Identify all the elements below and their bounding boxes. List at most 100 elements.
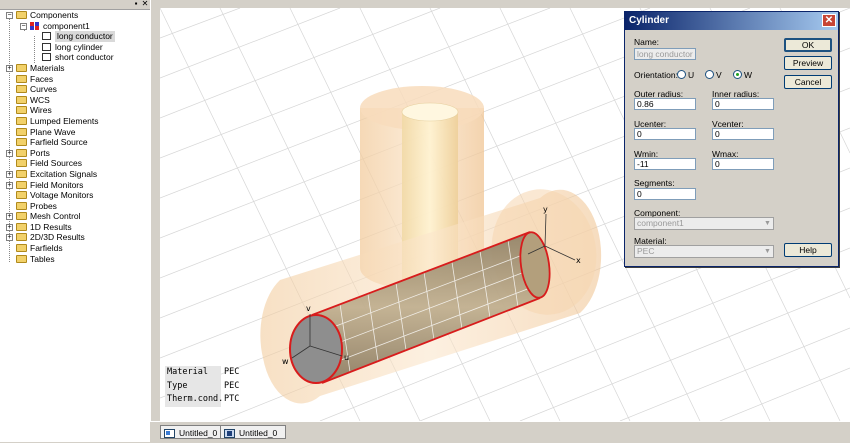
tree-item-wcs[interactable]: WCS xyxy=(0,95,150,106)
info-key: Material xyxy=(165,366,221,380)
tree-item-label: Farfields xyxy=(30,243,63,254)
folder-icon xyxy=(16,11,27,19)
tree-item-field-monitors[interactable]: + Field Monitors xyxy=(0,180,150,191)
orientation-radio-v[interactable]: V xyxy=(705,70,727,80)
info-value: PTC xyxy=(224,394,240,404)
radio-label: V xyxy=(716,70,722,80)
tree-item-field-sources[interactable]: Field Sources xyxy=(0,158,150,169)
tree-item-label: Materials xyxy=(30,62,65,73)
tree-item-wires[interactable]: Wires xyxy=(0,105,150,116)
tree-item-plane-wave[interactable]: Plane Wave xyxy=(0,127,150,138)
tree-item-label: WCS xyxy=(30,94,50,105)
tree-item-label: Components xyxy=(30,10,79,20)
ucenter-field[interactable]: 0 xyxy=(634,128,696,140)
expand-icon[interactable]: + xyxy=(6,149,13,157)
expand-icon[interactable]: + xyxy=(6,170,13,178)
dialog-title: Cylinder xyxy=(629,15,670,26)
tree-folder-list: + Materials Faces Curves WCS Wires Lumped Elem… xyxy=(0,63,150,264)
tree-item-lumped-elements[interactable]: Lumped Elements xyxy=(0,116,150,127)
folder-icon xyxy=(16,85,27,94)
orientation-radio-u[interactable]: U xyxy=(677,70,699,80)
outer-radius-field[interactable]: 0.86 xyxy=(634,98,696,110)
info-row-type: Type PEC xyxy=(164,379,250,393)
folder-icon xyxy=(16,201,27,210)
tree-item-curves[interactable]: Curves xyxy=(0,84,150,95)
expand-icon[interactable]: + xyxy=(6,213,13,221)
close-icon[interactable]: ✕ xyxy=(141,0,149,8)
tree-item-label: Lumped Elements xyxy=(30,115,99,126)
tree-item-1d-results[interactable]: +1D Results xyxy=(0,222,150,233)
tree-item-farfield-source[interactable]: Farfield Source xyxy=(0,137,150,148)
tree-item-component1[interactable]: − component1 xyxy=(0,21,150,32)
help-button[interactable]: Help xyxy=(784,243,832,257)
tree-item-mesh-control[interactable]: + Mesh Control xyxy=(0,211,150,222)
tab-label: Untitled_0 xyxy=(239,428,278,438)
expand-icon[interactable]: + xyxy=(6,181,13,189)
info-key: Type xyxy=(165,379,221,393)
tree-divider[interactable] xyxy=(150,0,160,442)
wmin-field[interactable]: -11 xyxy=(634,158,696,170)
radio-label: U xyxy=(688,70,695,80)
tree-item-farfields[interactable]: Farfields xyxy=(0,243,150,254)
tree-item-label: long conductor xyxy=(55,31,115,42)
tab-label: Untitled_0 xyxy=(179,428,218,438)
ok-button[interactable]: OK xyxy=(784,38,832,52)
tree-item-label: Mesh Control xyxy=(30,211,81,222)
axis-label-w: w xyxy=(282,357,289,366)
expand-icon[interactable]: + xyxy=(6,64,13,72)
solid-icon xyxy=(42,53,51,62)
cancel-button[interactable]: Cancel xyxy=(784,75,832,89)
info-value: PEC xyxy=(224,367,240,377)
tree-item-label: Plane Wave xyxy=(30,126,76,137)
tree-item-label: Ports xyxy=(30,147,50,158)
axis-label-v: v xyxy=(306,304,311,313)
component-select-value: component1 xyxy=(637,218,684,228)
orientation-radio-w[interactable]: W xyxy=(733,70,755,80)
axis-label-x: x xyxy=(576,256,581,265)
info-key: Therm.cond. xyxy=(165,393,223,407)
tree-item-components[interactable]: − Components xyxy=(0,10,150,21)
material-select[interactable]: PEC ▼ xyxy=(634,245,774,258)
tab-untitled-1[interactable]: Untitled_0 xyxy=(160,425,227,439)
collapse-icon[interactable]: − xyxy=(20,22,27,30)
tree-item-probes[interactable]: Probes xyxy=(0,201,150,212)
tab-untitled-2[interactable]: Untitled_0 xyxy=(220,425,287,439)
folder-icon xyxy=(16,222,27,231)
tree-item-label: Faces xyxy=(30,73,54,84)
tree-item-faces[interactable]: Faces xyxy=(0,74,150,85)
wmax-field[interactable]: 0 xyxy=(712,158,774,170)
segments-field[interactable]: 0 xyxy=(634,188,696,200)
dialog-close-button[interactable]: ✕ xyxy=(822,14,836,27)
segments-label: Segments: xyxy=(634,178,675,188)
expand-icon[interactable]: + xyxy=(6,223,13,231)
chevron-down-icon: ▼ xyxy=(764,220,771,227)
tree-item-label: Field Sources xyxy=(30,158,82,169)
tree-item-long-conductor[interactable]: long conductor xyxy=(0,31,150,42)
navigation-tree-panel: ▪ ✕ − Components − component1 long condu… xyxy=(0,0,151,442)
tree-item-label: short conductor xyxy=(55,52,114,63)
radio-selected-icon xyxy=(733,70,742,79)
component-select[interactable]: component1 ▼ xyxy=(634,217,774,230)
tree-item-label: 2D/3D Results xyxy=(30,232,85,243)
dialog-titlebar[interactable]: Cylinder ✕ xyxy=(625,12,838,30)
tree-item-label: Probes xyxy=(30,200,57,211)
tree-item-excitation-signals[interactable]: + Excitation Signals xyxy=(0,169,150,180)
vcenter-field[interactable]: 0 xyxy=(712,128,774,140)
expand-icon[interactable]: + xyxy=(6,234,13,242)
tree-item-long-cylinder[interactable]: long cylinder xyxy=(0,42,150,53)
inner-radius-field[interactable]: 0 xyxy=(712,98,774,110)
tree-item-short-conductor[interactable]: short conductor xyxy=(0,52,150,63)
tree-item-ports[interactable]: + Ports xyxy=(0,148,150,159)
name-field[interactable]: long conductor xyxy=(634,48,696,60)
collapse-icon[interactable]: − xyxy=(6,12,13,19)
preview-button[interactable]: Preview xyxy=(784,56,832,70)
tree-item-materials[interactable]: + Materials xyxy=(0,63,150,74)
tree-item-tables[interactable]: Tables xyxy=(0,254,150,265)
folder-icon xyxy=(16,138,27,147)
tree-item-label: 1D Results xyxy=(30,221,72,232)
tree-item-voltage-monitors[interactable]: Voltage Monitors xyxy=(0,190,150,201)
tree-item-2d-3d-results[interactable]: +2D/3D Results xyxy=(0,232,150,243)
folder-icon xyxy=(16,74,27,83)
pin-icon[interactable]: ▪ xyxy=(132,0,140,8)
orientation-label: Orientation: xyxy=(634,70,678,80)
